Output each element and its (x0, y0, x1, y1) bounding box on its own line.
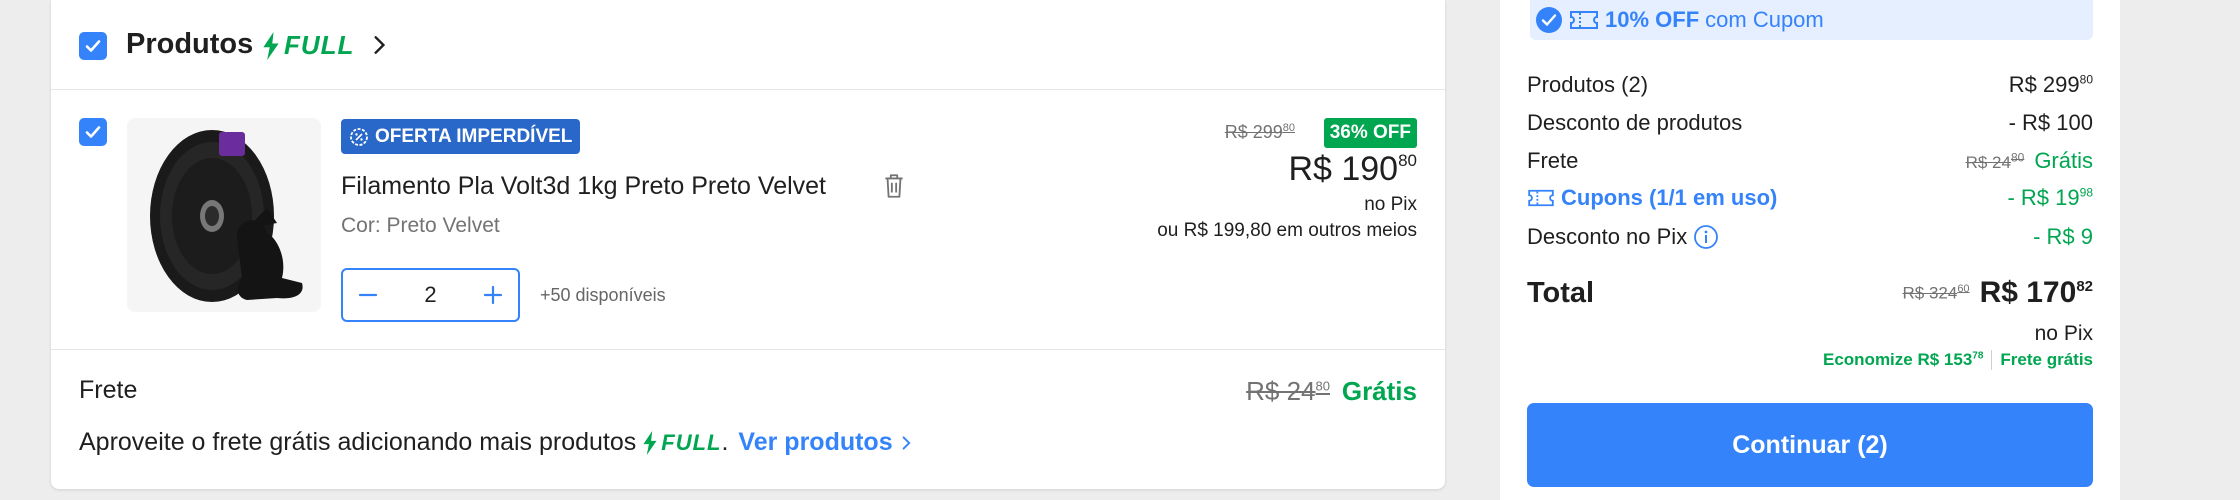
product-thumbnail[interactable] (127, 118, 321, 312)
shipping-old-price: R$ 2480 (1246, 376, 1330, 406)
shipping-free: Grátis (1341, 376, 1417, 406)
continue-button[interactable]: Continuar (2) (1527, 403, 2093, 487)
products-section-header: Produtos FULL (51, 0, 1445, 90)
select-all-checkbox[interactable] (79, 32, 107, 60)
summary-discount-row: Desconto de produtos - R$ 100 (1527, 110, 2093, 135)
percent-seal-icon (350, 127, 368, 146)
pix-label: no Pix (1364, 194, 1417, 215)
summary-total-row: Total R$ 32460 R$ 17082 (1527, 276, 2093, 309)
free-shipping-promo: Aproveite o frete grátis adicionando mai… (79, 428, 911, 457)
product-title-link[interactable]: Filamento Pla Volt3d 1kg Preto Preto Vel… (341, 172, 826, 201)
filament-spool-image (150, 130, 303, 302)
bolt-icon (643, 430, 657, 455)
oferta-badge: OFERTA IMPERDÍVEL (341, 119, 581, 154)
savings-line: Economize R$ 15378 Frete grátis (1823, 350, 2093, 370)
summary-coupons-row: Cupons (1/1 em uso) - R$ 1998 (1527, 185, 2093, 211)
coupons-link[interactable]: Cupons (1/1 em uso) (1527, 185, 1777, 211)
item-checkbox[interactable] (79, 118, 107, 146)
summary-pix-row: Desconto no Pix - R$ 9 (1527, 224, 2093, 250)
chevron-right-icon[interactable] (370, 34, 388, 56)
current-price: R$ 19080 (1288, 150, 1417, 188)
summary-shipping-row: Frete R$ 2480 Grátis (1527, 148, 2093, 173)
bolt-icon (263, 31, 279, 60)
plus-icon[interactable] (480, 282, 506, 308)
minus-icon[interactable] (355, 282, 381, 308)
full-badge[interactable]: FULL (261, 30, 354, 61)
total-pix-label: no Pix (2034, 322, 2093, 345)
products-section-title: Produtos (126, 28, 254, 60)
coupon-applied-bar: 10% OFF com Cupom (1530, 0, 2093, 40)
cart-products-card: Produtos FULL OFERTA IMPERDÍVEL Filament… (51, 0, 1445, 489)
full-badge: FULL (642, 430, 721, 456)
info-icon[interactable] (1693, 224, 1719, 250)
summary-products-row: Produtos (2) R$ 29980 (1527, 72, 2093, 97)
product-variant: Cor: Preto Velvet (341, 214, 500, 237)
check-circle-icon (1536, 7, 1562, 33)
order-summary-card: 10% OFF com Cupom Produtos (2) R$ 29980 … (1500, 0, 2120, 500)
check-icon (85, 126, 101, 138)
ver-produtos-link[interactable]: Ver produtos (738, 428, 911, 457)
ticket-icon (1570, 11, 1598, 29)
check-icon (85, 40, 101, 52)
stock-available: +50 disponíveis (540, 285, 666, 305)
shipping-label: Frete (79, 376, 138, 404)
other-methods-price: ou R$ 199,80 em outros meios (1157, 220, 1417, 241)
quantity-value[interactable]: 2 (424, 282, 436, 308)
cart-item: OFERTA IMPERDÍVEL Filamento Pla Volt3d 1… (51, 90, 1445, 350)
chevron-right-icon (902, 435, 911, 450)
quantity-stepper: 2 (341, 268, 520, 322)
ticket-icon (1528, 189, 1554, 207)
trash-icon[interactable] (881, 172, 907, 200)
discount-badge: 36% OFF (1323, 118, 1417, 148)
old-price: R$ 29980 (1224, 122, 1295, 142)
